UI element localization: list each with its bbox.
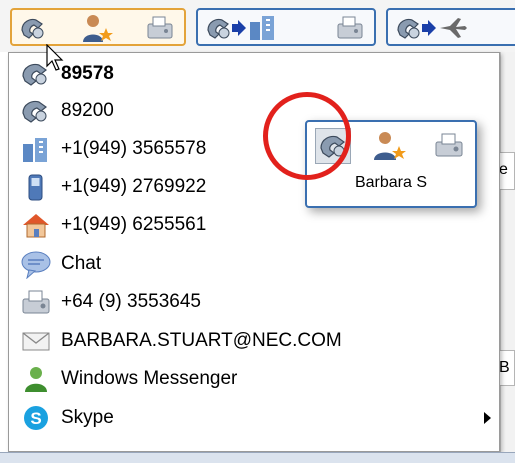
airplane-icon xyxy=(440,18,467,38)
office-building-icon xyxy=(250,16,274,40)
background-panel xyxy=(500,52,515,452)
phone-icon xyxy=(397,18,420,39)
contact-tile-2[interactable] xyxy=(196,8,376,46)
background-text-fragment: e xyxy=(499,161,508,178)
skype-icon: S xyxy=(24,406,48,430)
menu-item-label: +1(949) 3565578 xyxy=(61,138,207,159)
mouse-cursor-icon xyxy=(46,44,64,71)
menu-item-label: Windows Messenger xyxy=(61,368,238,389)
menu-item-extension-primary[interactable]: 89578 xyxy=(9,55,499,93)
menu-item-label: Skype xyxy=(61,407,114,428)
extension-phone-icon xyxy=(22,100,47,123)
menu-item-label: 89578 xyxy=(61,63,114,84)
fax-icon xyxy=(337,16,363,39)
menu-item-skype[interactable]: S Skype xyxy=(9,399,499,437)
contact-star-icon xyxy=(83,15,113,42)
menu-item-label: +1(949) 2769922 xyxy=(61,176,207,197)
menu-item-fax[interactable]: +64 (9) 3553645 xyxy=(9,283,499,321)
fax-icon xyxy=(435,133,463,157)
contact-context-menu: 89578 89200 +1(949) 3565578 +1(949) 2769… xyxy=(8,52,500,452)
forward-arrow-icon xyxy=(232,20,246,36)
background-text-fragment: B xyxy=(499,359,510,376)
bottom-strip xyxy=(0,452,515,463)
contact-name: Barbara S xyxy=(354,174,428,191)
menu-item-label: BARBARA.STUART@NEC.COM xyxy=(61,330,342,351)
menu-item-chat[interactable]: Chat xyxy=(9,245,499,283)
svg-text:S: S xyxy=(30,409,41,428)
menu-item-label: 89200 xyxy=(61,100,114,121)
contact-star-icon xyxy=(374,132,406,160)
fax-icon xyxy=(147,16,173,39)
envelope-icon xyxy=(22,332,50,351)
card-contact-button[interactable] xyxy=(371,128,407,164)
chat-bubble-icon xyxy=(21,251,51,280)
menu-item-email[interactable]: BARBARA.STUART@NEC.COM xyxy=(9,322,499,360)
highlight-ring xyxy=(263,92,351,180)
phone-icon xyxy=(207,18,230,39)
phone-icon xyxy=(21,18,44,39)
menu-item-label: +64 (9) 3553645 xyxy=(61,291,201,312)
mobile-phone-icon xyxy=(28,174,43,201)
office-building-icon xyxy=(23,138,47,162)
contact-tile-3[interactable] xyxy=(386,8,515,46)
menu-item-windows-messenger[interactable]: Windows Messenger xyxy=(9,360,499,398)
menu-item-label: Chat xyxy=(61,253,102,274)
home-icon xyxy=(23,214,49,238)
submenu-arrow-icon xyxy=(484,412,491,424)
menu-item-label: +1(949) 6255561 xyxy=(61,214,207,235)
menu-item-home-phone[interactable]: +1(949) 6255561 xyxy=(9,206,499,244)
contact-tile-1[interactable] xyxy=(10,8,186,46)
messenger-person-icon xyxy=(25,367,47,392)
fax-icon xyxy=(22,290,50,314)
card-fax-button[interactable] xyxy=(431,128,467,164)
forward-arrow-icon xyxy=(422,20,436,36)
